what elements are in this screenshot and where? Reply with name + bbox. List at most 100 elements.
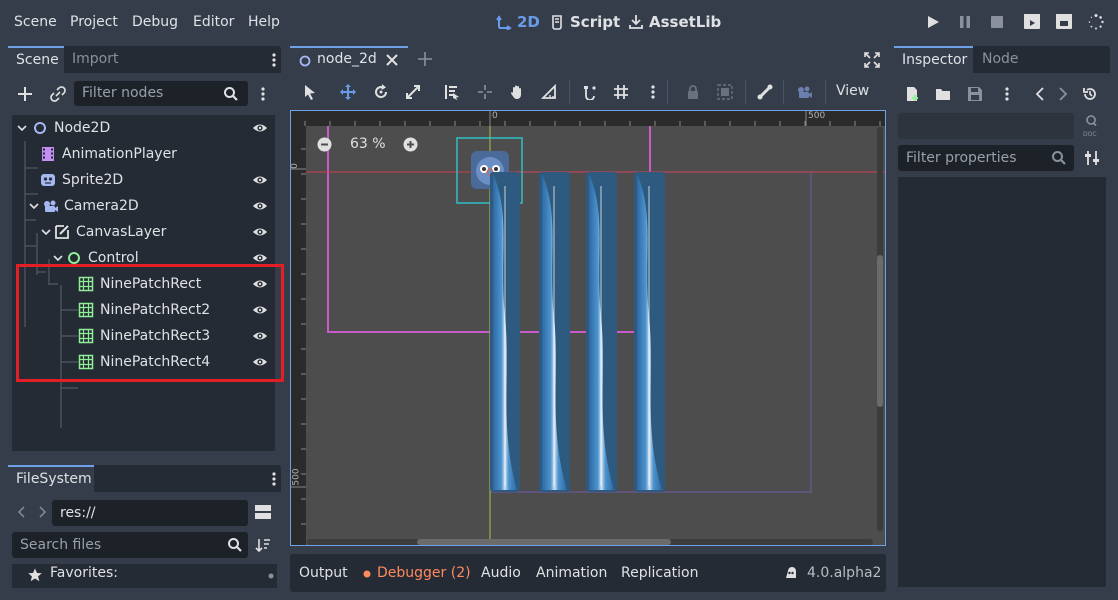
tree-item-camera2d[interactable]: Camera2D	[28, 193, 271, 219]
visibility-eye-icon[interactable]	[252, 120, 268, 136]
tab-audio[interactable]: Audio	[481, 565, 521, 581]
zoom-out-icon[interactable]	[317, 137, 332, 152]
menu-debug[interactable]: Debug	[132, 14, 178, 30]
filter-nodes-input[interactable]: Filter nodes	[74, 81, 248, 106]
tree-item-label: Sprite2D	[62, 172, 124, 188]
pivot-tool-icon[interactable]	[477, 84, 493, 100]
chevron-down-icon[interactable]	[28, 200, 40, 212]
tab-filesystem[interactable]: FileSystem	[8, 465, 94, 492]
smart-snap-icon[interactable]	[582, 84, 598, 100]
tab-output[interactable]: Output	[299, 565, 348, 581]
tab-debugger[interactable]: Debugger (2)	[377, 565, 471, 581]
ruler-left-label-500: 500	[291, 468, 302, 486]
visibility-eye-icon[interactable]	[252, 198, 268, 214]
play-custom-scene-icon[interactable]	[1055, 13, 1073, 31]
mode-2d-label: 2D	[517, 13, 540, 31]
tab-animation[interactable]: Animation	[536, 565, 607, 581]
history-icon[interactable]	[1082, 86, 1098, 102]
save-icon[interactable]	[967, 86, 983, 102]
viewport[interactable]: 0 500 0 500 63 %	[290, 110, 886, 546]
visibility-eye-icon[interactable]	[252, 224, 268, 240]
mode-script-button[interactable]: Script	[551, 13, 620, 31]
horizontal-scrollbar[interactable]	[307, 539, 873, 545]
camera-override-icon[interactable]	[796, 84, 812, 100]
chevron-down-icon[interactable]	[52, 252, 64, 264]
mode-assetlib-button[interactable]: AssetLib	[628, 13, 721, 31]
vertical-scroll-thumb[interactable]	[877, 255, 883, 407]
move-tool-icon[interactable]	[340, 84, 356, 100]
new-resource-icon[interactable]	[904, 86, 920, 102]
inspector-options-icon[interactable]	[1005, 86, 1009, 102]
path-field[interactable]: res://	[52, 500, 248, 526]
menu-project[interactable]: Project	[70, 14, 118, 30]
mode-2d-button[interactable]: 2D	[496, 13, 540, 31]
rotate-tool-icon[interactable]	[373, 84, 389, 100]
list-select-icon[interactable]	[444, 84, 460, 100]
close-icon[interactable]	[386, 54, 398, 66]
sort-icon[interactable]	[255, 537, 271, 553]
scene-tab-node2d[interactable]: node_2d	[290, 46, 408, 74]
tab-scene[interactable]: Scene	[8, 46, 64, 73]
tree-item-animationplayer[interactable]: AnimationPlayer	[40, 141, 271, 167]
path-value: res://	[60, 505, 96, 521]
zoom-level[interactable]: 63 %	[350, 136, 386, 152]
stop-icon[interactable]	[988, 13, 1006, 31]
doc-icon[interactable]: DOC	[1082, 115, 1102, 137]
tab-import[interactable]: Import	[64, 46, 134, 73]
horizontal-scroll-thumb[interactable]	[417, 539, 671, 545]
lock-icon[interactable]	[685, 84, 701, 100]
menu-editor[interactable]: Editor	[193, 14, 234, 30]
inspector-body: DOC Filter properties	[894, 73, 1110, 592]
chevron-down-icon[interactable]	[40, 226, 52, 238]
scale-tool-icon[interactable]	[405, 84, 421, 100]
pan-tool-icon[interactable]	[509, 84, 525, 100]
menu-help[interactable]: Help	[248, 14, 280, 30]
vertical-scrollbar[interactable]	[877, 127, 883, 531]
tab-replication[interactable]: Replication	[621, 565, 698, 581]
visibility-eye-icon[interactable]	[252, 172, 268, 188]
grid-snap-icon[interactable]	[613, 84, 629, 100]
tree-item-canvaslayer[interactable]: CanvasLayer	[40, 219, 271, 245]
play-scene-icon[interactable]	[1023, 13, 1041, 31]
object-path-field[interactable]	[898, 113, 1074, 139]
ruler-tool-icon[interactable]	[541, 84, 557, 100]
select-tool-icon[interactable]	[302, 84, 318, 100]
search-icon	[224, 87, 238, 101]
tree-item-node2d[interactable]: Node2D	[16, 115, 271, 141]
play-icon[interactable]	[924, 13, 942, 31]
scene-tree-options-icon[interactable]	[261, 86, 265, 102]
open-folder-icon[interactable]	[935, 86, 951, 102]
group-icon[interactable]	[717, 84, 733, 100]
tree-item-sprite2d[interactable]: Sprite2D	[40, 167, 271, 193]
view-menu[interactable]: View	[836, 83, 869, 99]
tree-item-label: CanvasLayer	[76, 224, 167, 240]
inspector-property-list	[898, 177, 1106, 587]
filesystem-dock: FileSystem res:// Search files Favorites…	[8, 465, 281, 592]
search-files-input[interactable]: Search files	[12, 532, 248, 558]
distraction-free-icon[interactable]	[864, 52, 880, 68]
skeleton-bone-icon[interactable]	[757, 84, 773, 100]
scene-dock: Scene Import Filter nodes Node2D Animati…	[8, 46, 284, 456]
add-node-icon[interactable]	[17, 86, 33, 102]
history-back-icon[interactable]	[1034, 86, 1046, 102]
chevron-right-icon[interactable]	[36, 505, 48, 519]
add-tab-icon[interactable]	[418, 52, 432, 66]
tab-node[interactable]: Node	[974, 46, 1024, 73]
instance-link-icon[interactable]	[50, 86, 66, 102]
chevron-down-icon[interactable]	[16, 122, 28, 134]
error-dot-icon	[363, 570, 371, 578]
chevron-left-icon[interactable]	[16, 505, 28, 519]
tab-inspector[interactable]: Inspector	[894, 46, 973, 73]
favorites-row[interactable]: Favorites:	[12, 564, 277, 588]
split-view-icon[interactable]	[255, 504, 271, 520]
zoom-in-icon[interactable]	[403, 137, 418, 152]
canvas-layer-icon	[55, 225, 69, 239]
tools-icon[interactable]	[1084, 150, 1100, 166]
scene-dock-menu-icon[interactable]	[272, 52, 276, 68]
filter-properties-input[interactable]: Filter properties	[898, 145, 1074, 171]
menu-scene[interactable]: Scene	[14, 14, 57, 30]
filesystem-menu-icon[interactable]	[272, 471, 276, 487]
pause-icon[interactable]	[956, 13, 974, 31]
history-forward-icon[interactable]	[1057, 86, 1069, 102]
snap-options-icon[interactable]	[651, 84, 655, 100]
